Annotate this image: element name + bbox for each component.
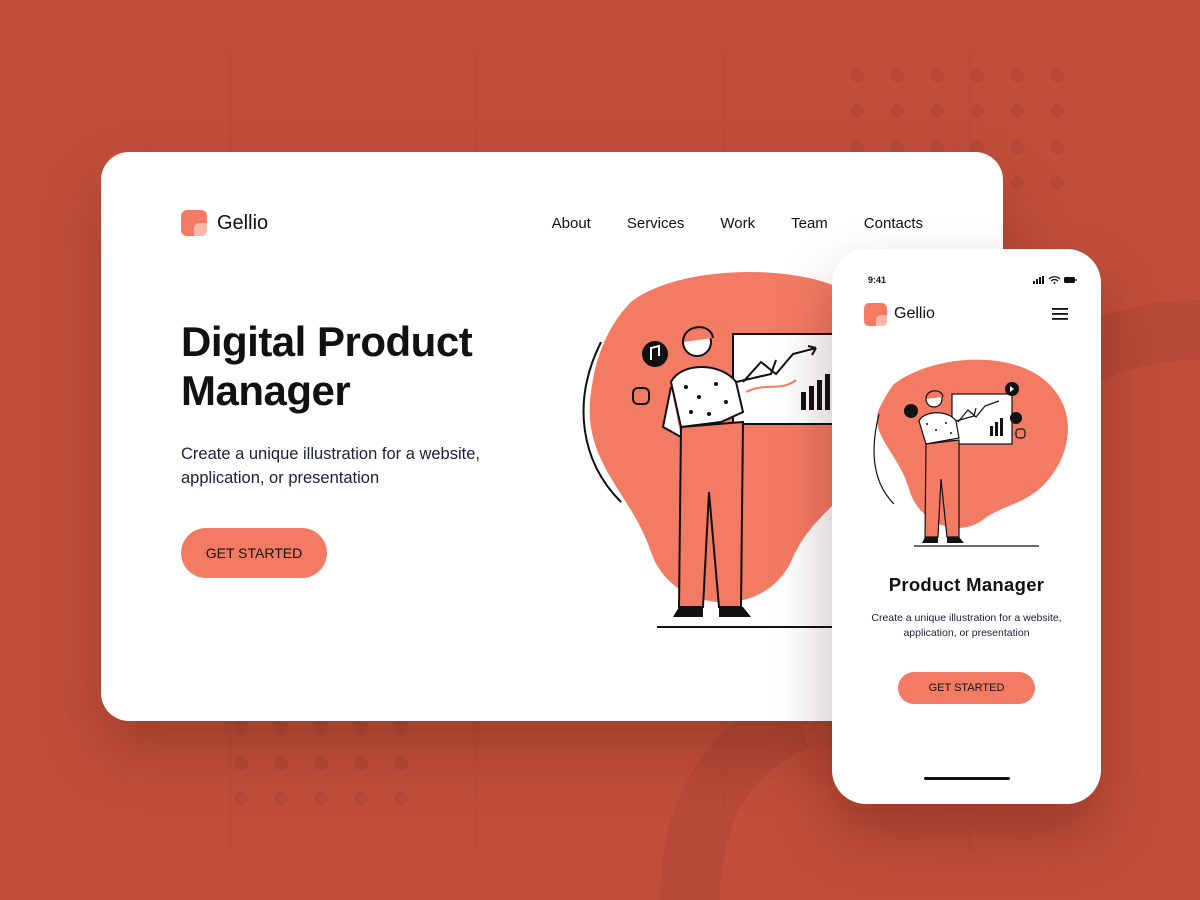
nav-contacts[interactable]: Contacts <box>864 215 923 232</box>
nav-about[interactable]: About <box>552 215 591 232</box>
mobile-mockup: 9:41 Gellio Product Manager Create a uni… <box>832 249 1101 804</box>
battery-icon <box>1064 277 1077 283</box>
hero-subtitle: Create a unique illustration for a websi… <box>181 445 480 487</box>
brand-name[interactable]: Gellio <box>894 305 935 323</box>
logo-icon[interactable] <box>864 303 887 326</box>
main-nav: About Services Work Team Contacts <box>552 215 923 232</box>
dot-pattern <box>234 720 408 806</box>
nav-work[interactable]: Work <box>720 215 755 232</box>
logo-icon[interactable] <box>181 210 207 236</box>
hero-title: Digital Product Manager <box>181 318 473 414</box>
home-indicator[interactable] <box>924 777 1010 780</box>
get-started-button[interactable]: GET STARTED <box>181 528 327 578</box>
hero-title: Product Manager <box>888 574 1045 595</box>
hero-subtitle: Create a unique illustration for a websi… <box>871 612 1062 639</box>
wifi-icon <box>1048 276 1061 282</box>
signal-icon <box>1033 276 1044 284</box>
nav-services[interactable]: Services <box>627 215 685 232</box>
brand-name[interactable]: Gellio <box>217 212 268 235</box>
get-started-button[interactable]: GET STARTED <box>898 672 1035 704</box>
nav-team[interactable]: Team <box>791 215 828 232</box>
status-icons <box>1033 276 1077 284</box>
status-time: 9:41 <box>868 275 887 285</box>
hamburger-icon[interactable] <box>1052 308 1068 320</box>
person-presenting-chart-illustration <box>873 359 1068 547</box>
